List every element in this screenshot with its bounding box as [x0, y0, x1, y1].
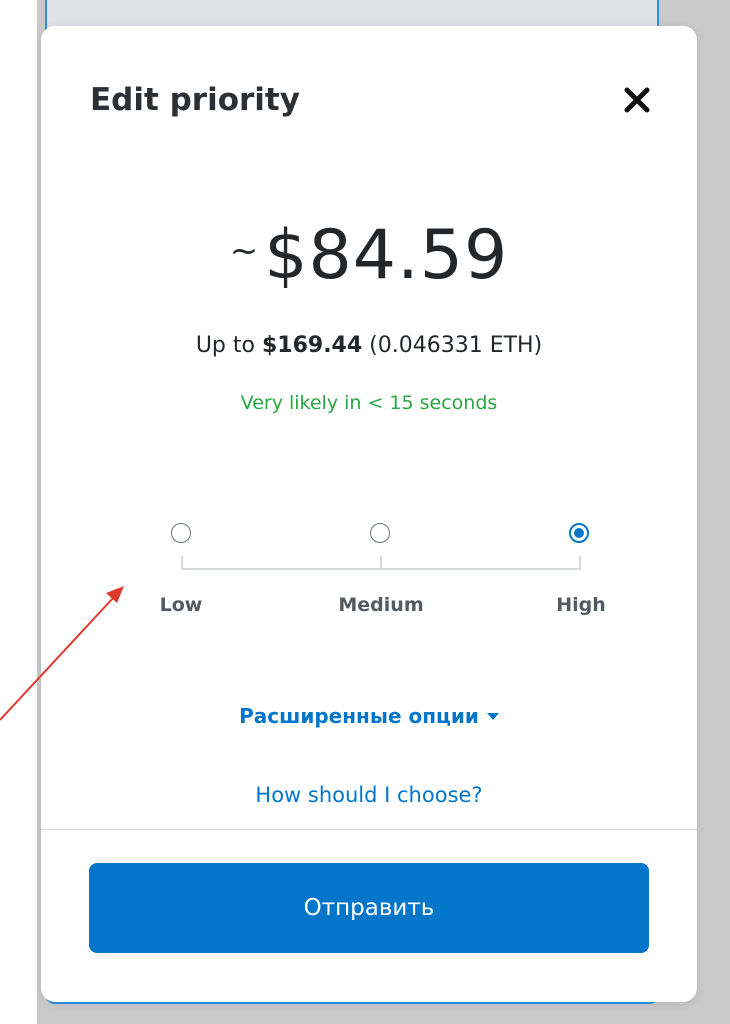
priority-label-high: High [556, 594, 606, 616]
fee-amount: $84.59 [264, 216, 509, 295]
estimated-fee: ~$84.59 [41, 216, 697, 295]
time-estimate: Very likely in < 15 seconds [240, 392, 498, 414]
approx-symbol: ~ [229, 231, 259, 271]
slider-tick [579, 556, 581, 570]
max-fee-amount: $169.44 [261, 333, 363, 358]
slider-tick [181, 556, 183, 570]
page-left-margin [0, 0, 37, 1024]
footer-divider [41, 829, 697, 830]
slider-tick [380, 556, 382, 570]
close-button[interactable] [619, 82, 655, 118]
priority-slider[interactable]: Low Medium High [160, 516, 606, 626]
advanced-options-label: Расширенные опции [239, 704, 479, 728]
priority-radio-high[interactable] [569, 523, 589, 543]
priority-label-medium: Medium [338, 594, 424, 616]
priority-radio-medium[interactable] [370, 523, 390, 543]
submit-button[interactable]: Отправить [89, 863, 649, 953]
max-fee: Up to $169.44 (0.046331 ETH) [41, 333, 697, 358]
max-fee-prefix: Up to [195, 333, 255, 358]
priority-label-low: Low [159, 594, 203, 616]
how-to-choose-link[interactable]: How should I choose? [41, 783, 697, 807]
modal-title: Edit priority [90, 82, 300, 118]
max-fee-eth: (0.046331 ETH) [369, 333, 543, 358]
edit-priority-modal: Edit priority ~$84.59 Up to $169.44 (0.0… [41, 26, 697, 1002]
caret-down-icon [486, 713, 499, 720]
close-icon [624, 87, 650, 113]
advanced-options-toggle[interactable]: Расширенные опции [41, 704, 697, 728]
priority-radio-low[interactable] [171, 523, 191, 543]
